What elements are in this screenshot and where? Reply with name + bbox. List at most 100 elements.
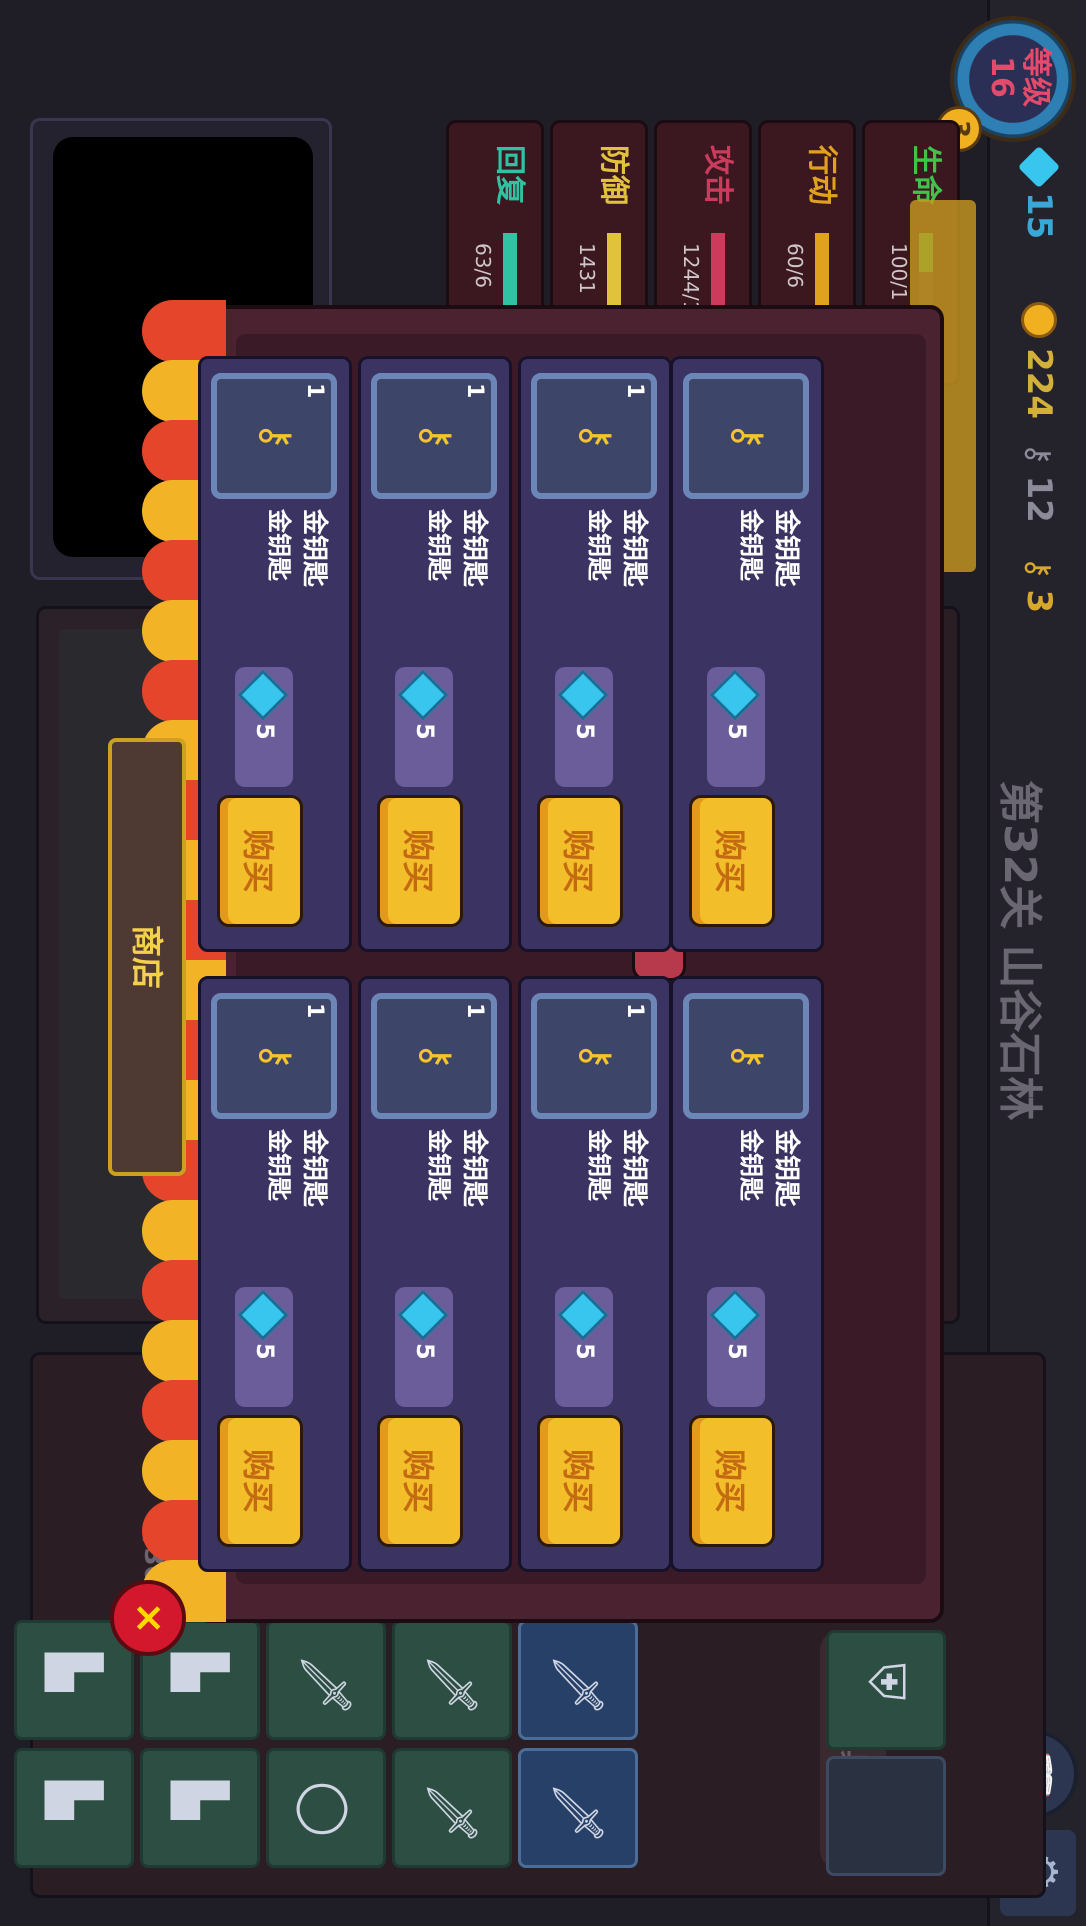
buy-button[interactable]: 购买	[689, 795, 775, 927]
level-text: 等级 16	[984, 34, 1053, 120]
buy-button[interactable]: 购买	[217, 1415, 303, 1547]
level-value: 16	[984, 56, 1019, 98]
price-tag: 5	[235, 667, 293, 787]
coin-counter: 224	[1016, 302, 1062, 419]
shop-item-card: 1 ⚷ 金钥匙 金钥匙 5 购买	[358, 356, 512, 952]
boots-icon: ▙	[45, 1653, 103, 1692]
inventory-slot[interactable]: 🗡	[392, 1620, 512, 1740]
buy-button[interactable]: 购买	[377, 1415, 463, 1547]
stat-hp-label: 生命	[908, 145, 943, 205]
item-description: 金钥匙	[265, 509, 293, 581]
gem-icon	[237, 669, 289, 721]
boots-icon: ▙	[171, 1653, 229, 1692]
inventory-slot[interactable]: ▙	[140, 1748, 260, 1868]
item-count: 1	[622, 1003, 647, 1019]
item-price: 5	[723, 723, 751, 740]
sword-icon: 🗡	[423, 1653, 481, 1717]
item-description: 金钥匙	[737, 509, 765, 581]
stat-attack-fill	[711, 233, 725, 311]
item-price: 5	[251, 1343, 279, 1360]
sword-icon: 🗡	[549, 1653, 607, 1717]
shop-item-card: 1 ⚷ 金钥匙 金钥匙 5 购买	[198, 976, 352, 1572]
buy-button[interactable]: 购买	[537, 795, 623, 927]
gem-icon	[557, 669, 609, 721]
price-tag: 5	[395, 1287, 453, 1407]
price-tag: 5	[235, 1287, 293, 1407]
item-name: 金钥匙	[619, 1129, 649, 1208]
game-screen: 等级 16 3 15 224 ⚷ 12 ⚷ 3 第32关 山谷石林 📖 ⚙ 生命…	[0, 0, 1086, 1926]
item-description: 金钥匙	[585, 509, 613, 581]
item-slot: ⚷	[683, 373, 809, 499]
close-button[interactable]: ×	[110, 1580, 186, 1656]
item-description: 金钥匙	[737, 1129, 765, 1201]
item-description: 金钥匙	[425, 509, 453, 581]
item-count: 1	[302, 383, 327, 399]
price-tag: 5	[707, 667, 765, 787]
shop-item-card: 1 ⚷ 金钥匙 金钥匙 5 购买	[518, 976, 672, 1572]
price-tag: 5	[555, 1287, 613, 1407]
item-slot: 1 ⚷	[211, 993, 337, 1119]
gem-count: 15	[1019, 192, 1059, 240]
item-price: 5	[571, 723, 599, 740]
equipped-empty-slot[interactable]	[826, 1756, 946, 1876]
price-tag: 5	[555, 667, 613, 787]
item-description: 金钥匙	[425, 1129, 453, 1201]
item-price: 5	[411, 723, 439, 740]
equipped-armor-slot[interactable]: ⛨	[826, 1630, 946, 1750]
sword-icon: 🗡	[423, 1781, 481, 1845]
item-count: 1	[622, 383, 647, 399]
silver-key-icon: ⚷	[1020, 442, 1058, 466]
shop-title-banner: 商店	[108, 738, 186, 1176]
stat-attack-label: 攻击	[700, 145, 735, 205]
stat-regen-value: 63/6	[471, 243, 495, 288]
stat-defense-label: 防御	[596, 145, 631, 205]
item-name: 金钥匙	[299, 509, 329, 588]
armor-icon: ⛨	[857, 1663, 915, 1701]
inventory-slot[interactable]: ◯	[266, 1748, 386, 1868]
item-price: 5	[723, 1343, 751, 1360]
item-slot: ⚷	[683, 993, 809, 1119]
price-tag: 5	[395, 667, 453, 787]
boots-icon: ▙	[45, 1781, 103, 1820]
gem-icon	[1017, 145, 1061, 189]
item-price: 5	[251, 723, 279, 740]
coin-count: 224	[1019, 348, 1059, 419]
item-count: 1	[302, 1003, 327, 1019]
sword-icon: 🗡	[297, 1653, 355, 1717]
item-name: 金钥匙	[459, 509, 489, 588]
buy-button[interactable]: 购买	[377, 795, 463, 927]
awning-scallop	[142, 300, 226, 362]
gold-key-icon: ⚷	[573, 1041, 619, 1071]
inventory-slot[interactable]: ▙	[14, 1748, 134, 1868]
gem-icon	[709, 1289, 761, 1341]
shop-item-card: ⚷ 金钥匙 金钥匙 5 购买	[670, 356, 824, 952]
gem-icon	[237, 1289, 289, 1341]
item-count: 1	[462, 383, 487, 399]
item-name: 金钥匙	[299, 1129, 329, 1208]
shop-item-card: ⚷ 金钥匙 金钥匙 5 购买	[670, 976, 824, 1572]
item-slot: 1 ⚷	[531, 993, 657, 1119]
stat-action-label: 行动	[804, 145, 839, 205]
stat-attack-value: 1244/1	[679, 243, 703, 314]
gold-key-count: 3	[1019, 589, 1059, 614]
buy-button[interactable]: 购买	[217, 795, 303, 927]
shop-item-card: 1 ⚷ 金钥匙 金钥匙 5 购买	[198, 356, 352, 952]
buy-button[interactable]: 购买	[537, 1415, 623, 1547]
silver-key-counter: ⚷ 12	[1016, 442, 1062, 523]
gem-icon	[397, 1289, 449, 1341]
silver-key-count: 12	[1019, 475, 1059, 523]
gold-key-icon: ⚷	[725, 1041, 771, 1071]
gold-key-icon: ⚷	[1020, 556, 1058, 580]
shop-item-card: 1 ⚷ 金钥匙 金钥匙 5 购买	[358, 976, 512, 1572]
gold-key-icon: ⚷	[253, 421, 299, 451]
gold-key-icon: ⚷	[413, 421, 459, 451]
inventory-slot[interactable]: 🗡	[518, 1748, 638, 1868]
inventory-slot[interactable]: 🗡	[392, 1748, 512, 1868]
gem-icon	[709, 669, 761, 721]
item-price: 5	[571, 1343, 599, 1360]
inventory-slot[interactable]: 🗡	[266, 1620, 386, 1740]
shop-item-card: 1 ⚷ 金钥匙 金钥匙 5 购买	[518, 356, 672, 952]
item-name: 金钥匙	[771, 1129, 801, 1208]
buy-button[interactable]: 购买	[689, 1415, 775, 1547]
inventory-slot-selected[interactable]: 🗡	[518, 1620, 638, 1740]
